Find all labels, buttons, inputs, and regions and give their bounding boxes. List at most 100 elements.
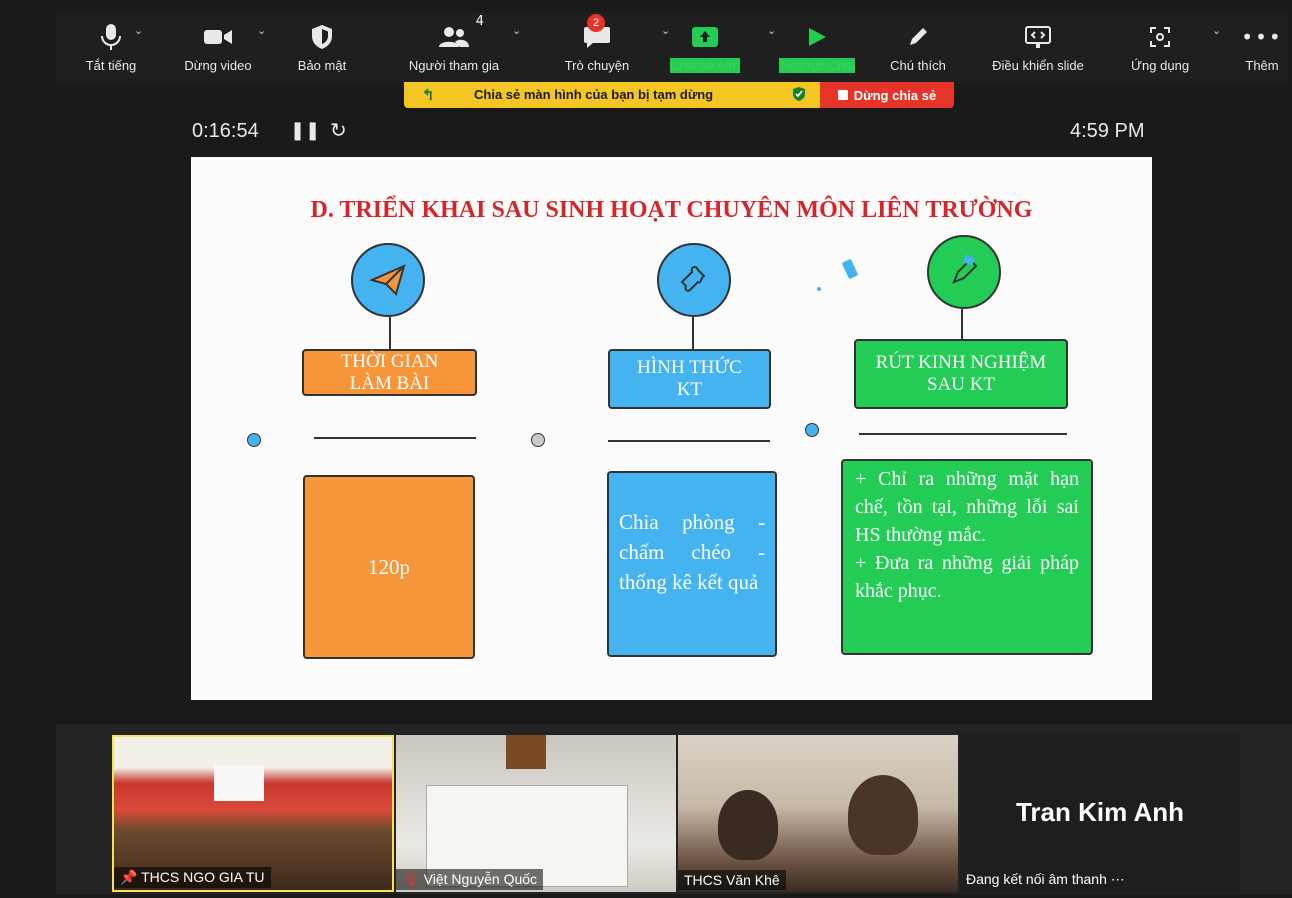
participant-tile[interactable]: 🎙 Việt Nguyễn Quốc <box>396 735 676 892</box>
participant-status: Đang kết nối âm thanh ⋯ <box>966 871 1125 887</box>
slide-control-label: Điều khiển slide <box>992 58 1084 73</box>
apps-icon: ⌄ <box>1148 20 1221 54</box>
content-thoi-gian: 120p <box>303 475 475 659</box>
label-line: KT <box>676 379 703 400</box>
muted-mic-icon: 🎙 <box>402 871 420 887</box>
timeline-dot <box>531 433 545 447</box>
content-hinh-thuc: Chia phòng - chấm chéo - thống kê kết qu… <box>607 471 777 657</box>
slide-control-button[interactable]: Điều khiển slide <box>980 20 1096 84</box>
annotate-button[interactable]: Chú thích <box>882 20 954 84</box>
puzzle-icon <box>657 243 731 317</box>
divider-line <box>859 433 1067 435</box>
participant-name: Tran Kim Anh <box>1015 797 1185 827</box>
shared-slide: D. TRIỂN KHAI SAU SINH HOẠT CHUYÊN MÔN L… <box>191 157 1152 700</box>
stop-share-button[interactable]: Dừng chia sẻ <box>820 82 954 108</box>
divider-line <box>608 440 770 442</box>
timeline-dot <box>247 433 261 447</box>
label-line: SAU KT <box>926 374 996 395</box>
participants-button[interactable]: 4 ⌄ Người tham gia <box>398 14 521 84</box>
label-thoi-gian: THỜI GIAN LÀM BÀI <box>302 349 477 396</box>
video-label: Dừng video <box>184 58 252 73</box>
slide-title: D. TRIỂN KHAI SAU SINH HOẠT CHUYÊN MÔN L… <box>310 197 1033 223</box>
chat-label: Trò chuyện <box>564 58 630 73</box>
shield-check-icon <box>792 86 806 105</box>
participant-name-tag: THCS Văn Khê <box>678 870 786 890</box>
current-time: 4:59 PM <box>1070 120 1145 142</box>
chat-bubble-icon: 2 ⌄ <box>583 14 670 54</box>
resume-share-button[interactable]: Tiếp tục Chia <box>768 20 866 84</box>
share-paused-bar: ↰ Chia sẻ màn hình của bạn bị tạm dừng D… <box>404 82 954 108</box>
slide-timer: 0:16:54 <box>192 120 259 142</box>
participant-tile[interactable]: Tran Kim Anh Đang kết nối âm thanh ⋯ <box>960 735 1240 892</box>
chat-button[interactable]: 2 ⌄ Trò chuyện <box>552 14 670 84</box>
play-icon <box>806 20 828 54</box>
content-text: Chia phòng - chấm chéo - thống kê kết qu… <box>619 510 765 594</box>
shield-icon <box>311 20 333 54</box>
pencil-hand-icon <box>927 235 1001 309</box>
participant-name-tag: 📌 THCS NGO GIA TU <box>114 867 271 888</box>
chevron-down-icon[interactable]: ⌄ <box>512 24 521 37</box>
mute-button[interactable]: ⌄ Tắt tiếng <box>78 20 144 84</box>
chevron-down-icon[interactable]: ⌄ <box>1212 24 1221 37</box>
share-paused-notice: ↰ Chia sẻ màn hình của bạn bị tạm dừng <box>404 82 820 108</box>
new-share-button[interactable]: ⌄ Chia sẻ Mới <box>662 20 776 84</box>
label-hinh-thuc: HÌNH THỨC KT <box>608 349 771 409</box>
pin-icon: 📌 <box>120 869 138 885</box>
timeline-dot <box>805 423 819 437</box>
annotate-label: Chú thích <box>890 58 946 73</box>
label-line: HÌNH THỨC <box>637 357 742 378</box>
more-button[interactable]: ••• Thêm <box>1240 20 1284 84</box>
slide-control-icon <box>1024 20 1052 54</box>
stop-video-button[interactable]: ⌄ Dừng video <box>176 20 266 84</box>
content-rut-kinh-nghiem: + Chỉ ra những mặt hạn chế, tồn tại, nhữ… <box>841 459 1093 655</box>
new-share-label: Chia sẻ Mới <box>670 58 740 73</box>
decorative-dot <box>817 287 821 291</box>
participants-icon: 4 ⌄ <box>438 14 521 54</box>
connector-line <box>961 309 963 339</box>
resume-share-label: Tiếp tục Chia <box>778 58 856 73</box>
divider-line <box>314 437 476 439</box>
participant-name: THCS NGO GIA TU <box>141 869 265 885</box>
more-label: Thêm <box>1245 58 1279 73</box>
more-dots-icon: ••• <box>1241 25 1283 49</box>
participant-name: Việt Nguyễn Quốc <box>423 871 538 887</box>
person-silhouette <box>718 790 778 860</box>
apps-label: Ứng dụng <box>1130 58 1190 73</box>
connector-line <box>389 317 391 349</box>
label-line: RÚT KINH NGHIỆM <box>875 352 1047 373</box>
participant-name: THCS Văn Khê <box>684 872 780 888</box>
connector-line <box>692 317 694 349</box>
decorative-shape <box>841 258 859 280</box>
stop-share-text: Dừng chia sẻ <box>853 87 937 103</box>
participant-tile[interactable]: THCS Văn Khê <box>678 735 958 892</box>
reset-timer-icon[interactable]: ↻ <box>330 118 347 142</box>
share-screen-icon: ⌄ <box>691 20 776 54</box>
security-label: Bảo mật <box>297 58 347 73</box>
arrow-up-left-icon: ↰ <box>422 87 435 104</box>
apps-button[interactable]: ⌄ Ứng dụng <box>1122 20 1221 84</box>
label-rut-kinh-nghiem: RÚT KINH NGHIỆM SAU KT <box>854 339 1068 409</box>
chat-badge: 2 <box>587 14 605 32</box>
share-paused-text: Chia sẻ màn hình của bạn bị tạm dừng <box>474 87 714 102</box>
mute-label: Tắt tiếng <box>85 58 137 73</box>
content-text: + Đưa ra những giải pháp khắc phục. <box>855 552 1079 602</box>
paper-plane-icon <box>351 243 425 317</box>
participant-name-tag: 🎙 Việt Nguyễn Quốc <box>396 869 544 890</box>
pencil-icon <box>907 20 929 54</box>
meeting-toolbar: ⌄ Tắt tiếng ⌄ Dừng video Bảo mật 4 ⌄ Ngư… <box>56 12 1288 84</box>
microphone-icon: ⌄ <box>100 20 143 54</box>
participant-tile[interactable]: 📌 THCS NGO GIA TU <box>112 735 394 892</box>
chevron-down-icon[interactable]: ⌄ <box>134 24 143 37</box>
content-text: + Chỉ ra những mặt hạn chế, tồn tại, nhữ… <box>855 468 1079 546</box>
security-button[interactable]: Bảo mật <box>292 20 352 84</box>
wall-frame <box>506 735 546 769</box>
video-camera-icon: ⌄ <box>203 20 266 54</box>
content-text: 120p <box>368 555 410 579</box>
chevron-down-icon[interactable]: ⌄ <box>257 24 266 37</box>
label-line: THỜI GIAN <box>340 350 439 372</box>
pause-icon[interactable]: ❚❚ <box>290 120 320 141</box>
person-silhouette <box>848 775 918 855</box>
participants-count: 4 <box>475 14 484 29</box>
stop-square-icon <box>837 90 848 100</box>
projector-screen <box>214 765 264 801</box>
